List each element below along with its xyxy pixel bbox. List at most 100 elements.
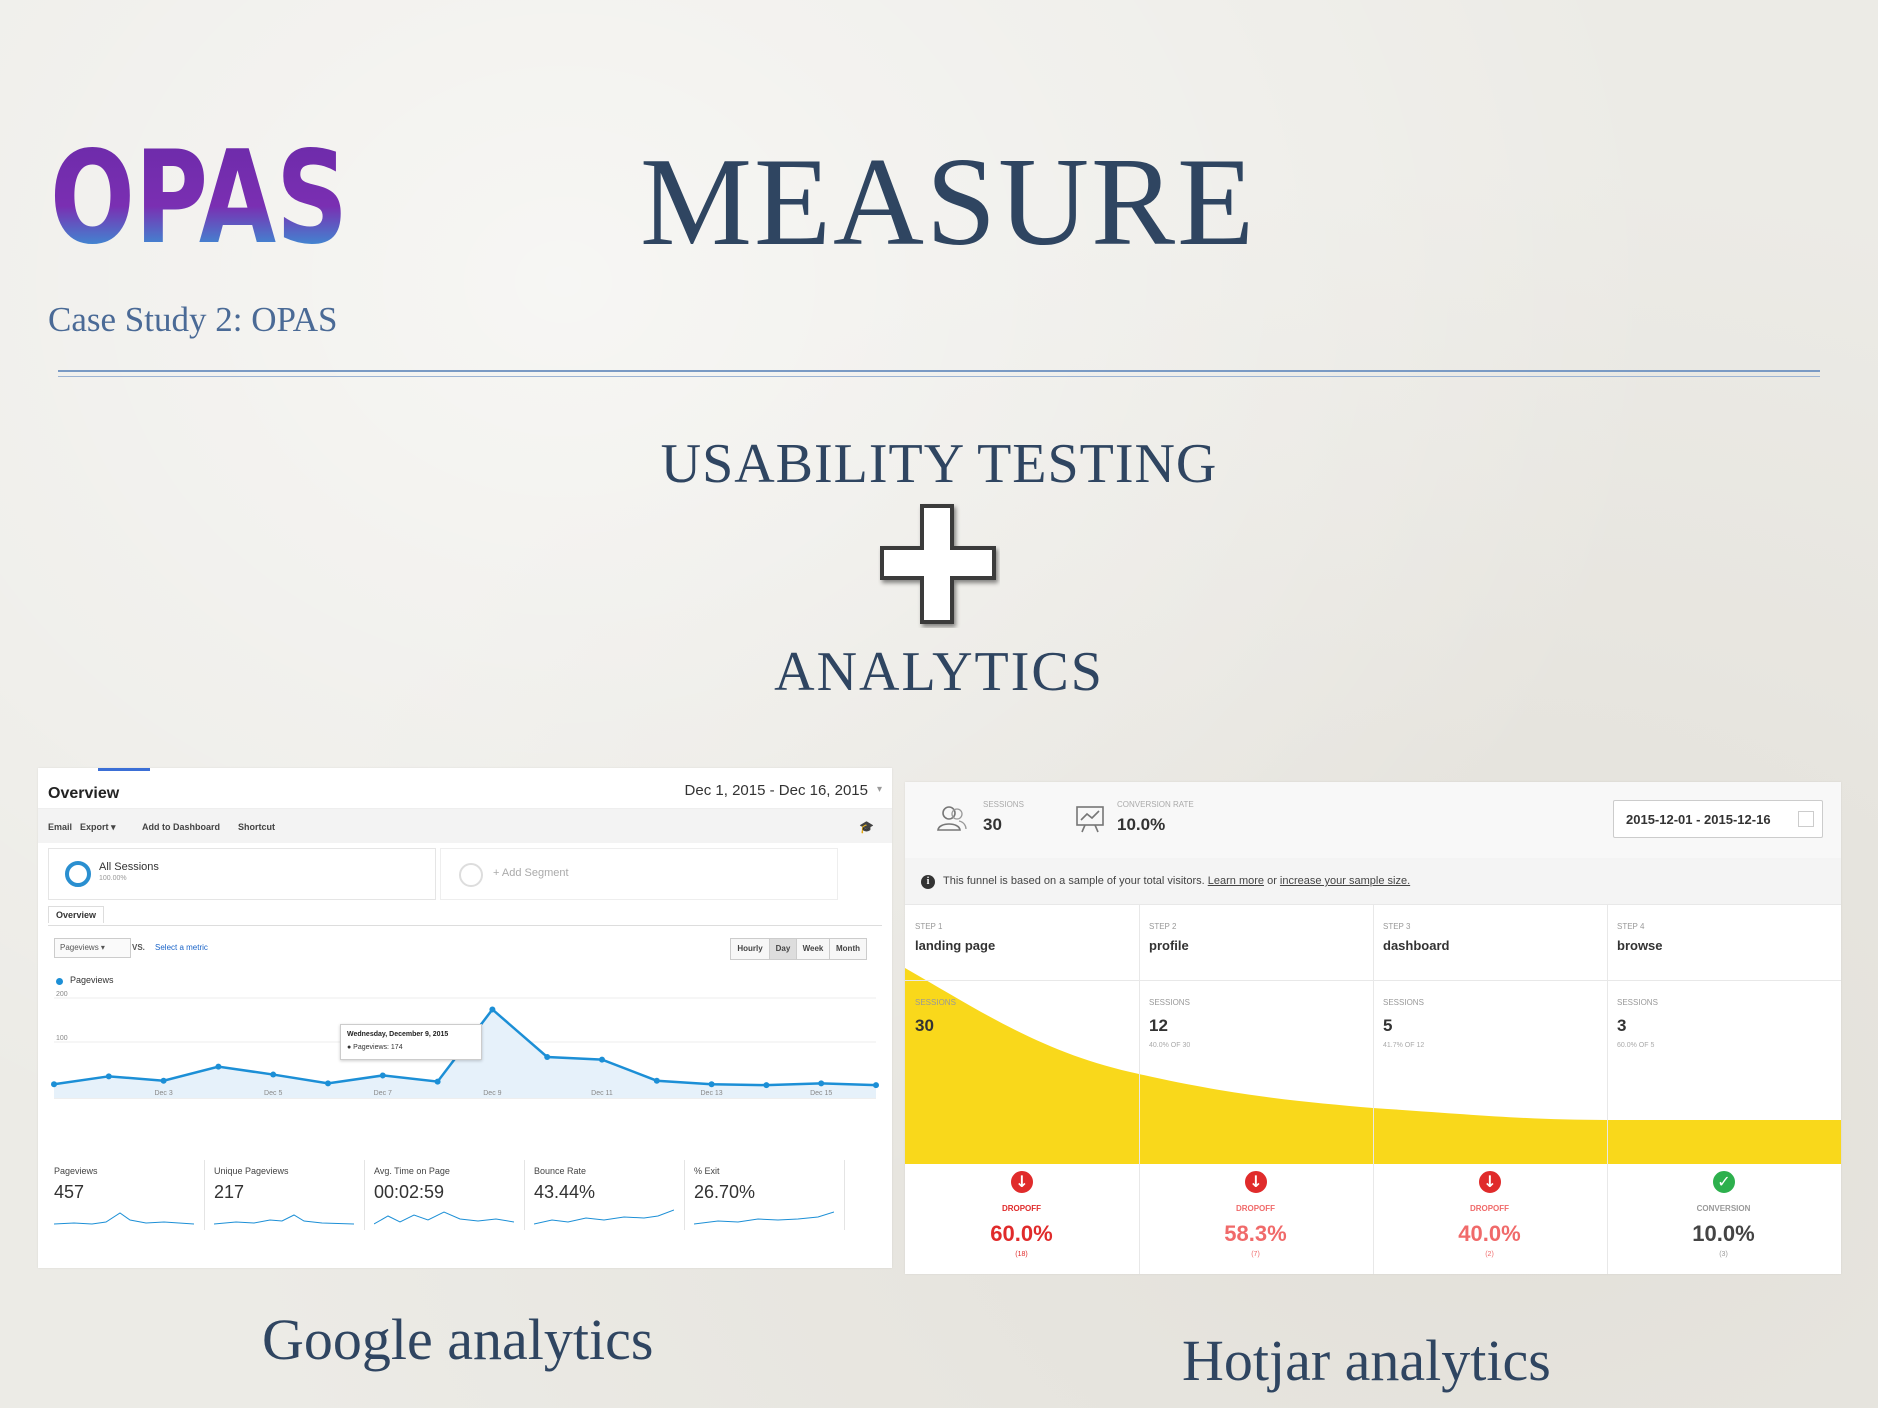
stat-value: 00:02:59 xyxy=(374,1182,445,1202)
step-sessions-label: SESSIONS xyxy=(1617,998,1658,1007)
stat-value: 457 xyxy=(54,1182,85,1202)
stat-value: 217 xyxy=(214,1182,245,1202)
data-point[interactable] xyxy=(599,1056,605,1063)
data-point[interactable] xyxy=(215,1063,222,1070)
step-outcome-count: (18) xyxy=(1015,1251,1028,1258)
stat-value: 26.70% xyxy=(694,1182,756,1202)
ga-export-button[interactable]: Export ▾ xyxy=(80,822,116,833)
step-sessions-value: 3 xyxy=(1617,1016,1627,1035)
data-point[interactable] xyxy=(653,1077,660,1084)
users-icon xyxy=(937,806,967,831)
data-point[interactable] xyxy=(489,1006,496,1013)
calendar-icon xyxy=(1798,811,1814,827)
data-point[interactable] xyxy=(325,1080,331,1087)
ga-vs-label: VS. xyxy=(132,943,145,952)
kpi-conversion-value: 10.0% xyxy=(1117,815,1166,834)
step-outcome-label: CONVERSION xyxy=(1696,1204,1751,1213)
data-point[interactable] xyxy=(270,1071,277,1078)
ga-select-metric-link[interactable]: Select a metric xyxy=(155,943,208,952)
data-point[interactable] xyxy=(105,1073,112,1080)
data-point[interactable] xyxy=(763,1082,770,1089)
kpi-sessions-value: 30 xyxy=(983,815,1002,834)
arrow-down-icon: ↓ xyxy=(1242,1168,1270,1196)
x-tick-label: Dec 9 xyxy=(483,1090,501,1097)
data-point[interactable] xyxy=(51,1081,57,1088)
step-sessions-label: SESSIONS xyxy=(1149,998,1190,1007)
step-number: STEP 4 xyxy=(1617,922,1645,931)
step-outcome-count: (2) xyxy=(1485,1251,1494,1258)
step-name: landing page xyxy=(915,938,996,953)
tab-overview[interactable]: Overview xyxy=(48,906,105,923)
step-sessions-value: 30 xyxy=(915,1016,934,1035)
headline-usability-testing: USABILITY TESTING xyxy=(660,433,1218,495)
hj-funnel-steps: STEP 1 landing page SESSIONS 30 ↓ DROPOF… xyxy=(905,904,1841,1274)
ga-date-range[interactable]: Dec 1, 2015 - Dec 16, 2015 xyxy=(685,782,868,799)
step-outcome-label: DROPOFF xyxy=(1001,1204,1042,1213)
step-sessions-label: SESSIONS xyxy=(915,998,956,1007)
stat-avg-time-on-page[interactable]: Avg. Time on Page 00:02:59 xyxy=(368,1160,523,1236)
date-range-text: 2015-12-01 - 2015-12-16 xyxy=(1626,812,1771,827)
granularity-month[interactable]: Month xyxy=(829,938,867,960)
granularity-week[interactable]: Week xyxy=(796,938,830,960)
stat-divider xyxy=(364,1160,365,1230)
granularity-day[interactable]: Day xyxy=(769,938,797,960)
stat-divider xyxy=(844,1160,845,1230)
y-tick-label: 100 xyxy=(56,1035,68,1042)
data-point[interactable] xyxy=(160,1077,167,1084)
stat-pageviews[interactable]: Pageviews 457 xyxy=(48,1160,203,1236)
ga-add-to-dashboard-button[interactable]: Add to Dashboard xyxy=(142,822,220,832)
tooltip-value: ● Pageviews: 174 xyxy=(347,1044,403,1051)
sparkline xyxy=(694,1211,834,1225)
ga-shortcut-button[interactable]: Shortcut xyxy=(238,822,275,832)
plus-icon xyxy=(880,504,996,624)
stat-unique-pageviews[interactable]: Unique Pageviews 217 xyxy=(208,1160,363,1236)
logo-text: OPAS xyxy=(50,130,348,260)
step-number: STEP 2 xyxy=(1149,922,1177,931)
ga-email-button[interactable]: Email xyxy=(48,822,72,832)
ga-header: Overview Dec 1, 2015 - Dec 16, 2015 ▾ xyxy=(38,768,892,809)
data-point[interactable] xyxy=(379,1072,386,1079)
increase-sample-link[interactable]: increase your sample size. xyxy=(1280,875,1410,887)
step-sessions-share: 40.0% OF 30 xyxy=(1149,1042,1191,1049)
column-divider xyxy=(1139,904,1140,1274)
x-tick-label: Dec 5 xyxy=(264,1090,282,1097)
data-point[interactable] xyxy=(818,1080,825,1087)
stat-label: Unique Pageviews xyxy=(214,1166,289,1176)
ga-metric-select[interactable]: Pageviews ▾ xyxy=(54,938,131,958)
stat-label: Pageviews xyxy=(54,1166,98,1176)
graduation-cap-icon[interactable]: 🎓 xyxy=(859,820,874,834)
y-tick-label: 200 xyxy=(56,991,68,998)
ga-add-segment[interactable]: + Add Segment xyxy=(440,848,838,900)
kpi-conversion-label: CONVERSION RATE xyxy=(1117,800,1194,809)
google-analytics-panel: Overview Dec 1, 2015 - Dec 16, 2015 ▾ Em… xyxy=(38,768,892,1268)
chart-tooltip: Wednesday, December 9, 2015 ● Pageviews:… xyxy=(340,1024,482,1060)
stat-label: Avg. Time on Page xyxy=(374,1166,450,1176)
caption-hotjar-analytics: Hotjar analytics xyxy=(1182,1328,1551,1393)
granularity-hourly[interactable]: Hourly xyxy=(730,938,770,960)
data-point[interactable] xyxy=(544,1053,551,1060)
chevron-down-icon[interactable]: ▾ xyxy=(877,784,882,795)
step-outcome-value: 40.0% xyxy=(1458,1221,1521,1246)
caption-google-analytics: Google analytics xyxy=(262,1307,654,1372)
arrow-down-icon: ↓ xyxy=(1476,1168,1504,1196)
add-segment-label: + Add Segment xyxy=(493,867,569,879)
data-point[interactable] xyxy=(873,1082,879,1089)
stat-exit[interactable]: % Exit 26.70% xyxy=(688,1160,843,1236)
column-divider xyxy=(1373,904,1374,1274)
step-name: dashboard xyxy=(1383,938,1450,953)
hj-date-range-picker[interactable]: 2015-12-01 - 2015-12-16 xyxy=(1613,800,1823,838)
step-sessions-share: 41.7% OF 12 xyxy=(1383,1042,1425,1049)
ga-segment-all-sessions[interactable]: All Sessions 100.00% xyxy=(48,848,436,900)
stat-bounce-rate[interactable]: Bounce Rate 43.44% xyxy=(528,1160,683,1236)
x-tick-label: Dec 11 xyxy=(591,1090,613,1097)
opas-logo: OPAS xyxy=(50,130,348,260)
data-point[interactable] xyxy=(434,1078,441,1085)
step-outcome-count: (7) xyxy=(1251,1251,1260,1258)
learn-more-link[interactable]: Learn more xyxy=(1208,875,1264,887)
stat-divider xyxy=(524,1160,525,1230)
hj-info-banner: i This funnel is based on a sample of yo… xyxy=(905,858,1841,905)
info-icon: i xyxy=(921,875,935,889)
data-point[interactable] xyxy=(708,1081,715,1088)
hj-kpi-bar: SESSIONS 30 CONVERSION RATE 10.0% 2015-1… xyxy=(905,782,1841,859)
step-number: STEP 3 xyxy=(1383,922,1411,931)
